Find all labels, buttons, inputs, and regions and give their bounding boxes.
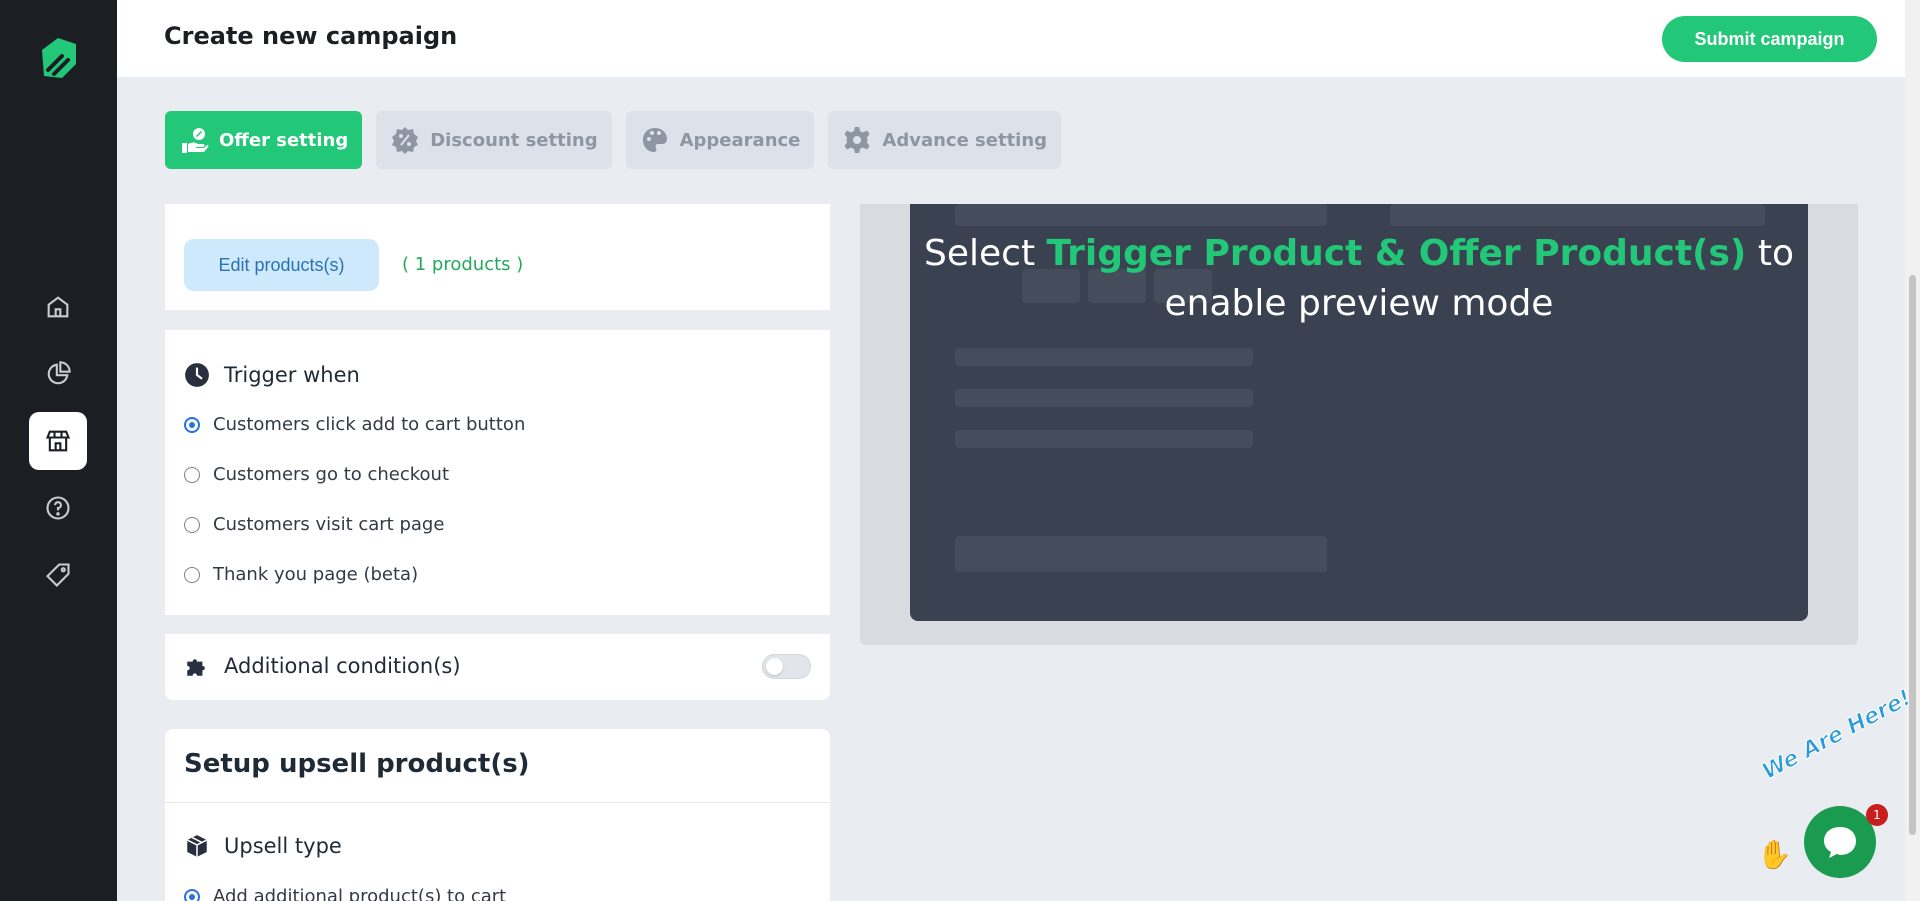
top-bar: Create new campaign Submit campaign [117,0,1905,77]
radio-label: Customers click add to cart button [213,414,526,435]
preview-msg-prefix: Select [924,233,1036,274]
radio-button[interactable] [184,516,200,533]
help-icon [46,496,70,520]
preview-panel: Select Trigger Product & Offer Product(s… [860,204,1858,645]
trigger-option-checkout[interactable]: Customers go to checkout [184,464,449,485]
placeholder-line [955,348,1253,366]
submit-campaign-button[interactable]: Submit campaign [1662,16,1877,62]
preview-message: Select Trigger Product & Offer Product(s… [910,229,1808,329]
tab-label: Appearance [679,129,801,151]
trigger-section-header: Trigger when [184,362,360,388]
trigger-option-add-to-cart[interactable]: Customers click add to cart button [184,414,525,435]
clock-icon [185,363,209,387]
radio-button[interactable] [184,416,200,433]
sidebar-item-home[interactable] [29,278,87,336]
app-logo-icon[interactable] [36,36,80,82]
tab-label: Discount setting [430,129,598,151]
additional-condition-card: Additional condition(s) [165,634,830,700]
preview-msg-suffix: to [1757,233,1794,274]
placeholder-bar [955,204,1327,226]
upsell-card: Setup upsell product(s) Upsell type Add … [165,729,830,901]
divider [165,802,830,803]
placeholder-line [955,430,1253,448]
placeholder-bar [1390,204,1765,226]
store-icon [45,430,71,452]
radio-label: Customers visit cart page [213,514,445,535]
tab-label: Advance setting [882,129,1048,151]
preview-msg-highlight: Trigger Product & Offer Product(s) [1046,233,1747,274]
radio-button[interactable] [184,466,200,483]
chat-notification-badge: 1 [1866,804,1888,826]
sidebar-item-analytics[interactable] [29,345,87,403]
tag-icon [46,563,70,587]
trigger-option-cart-page[interactable]: Customers visit cart page [184,514,444,535]
sidebar-item-offers[interactable] [29,546,87,604]
radio-button[interactable] [184,566,200,583]
radio-label: Add additional product(s) to cart [213,886,507,901]
chat-bubble-icon [1824,827,1856,858]
sidebar [0,0,117,901]
product-count-label: ( 1 products ) [402,254,524,275]
pie-chart-icon [47,361,71,385]
additional-condition-header: Additional condition(s) [184,653,461,679]
upsell-type-title: Upsell type [224,834,342,858]
products-card: Edit products(s) ( 1 products ) [165,204,830,310]
palette-icon [642,128,667,152]
offer-hand-icon [182,128,209,153]
trigger-card: Trigger when Customers click add to cart… [165,330,830,615]
preview-canvas: Select Trigger Product & Offer Product(s… [910,204,1808,621]
scrollbar-thumb[interactable] [1909,275,1916,835]
upsell-title: Setup upsell product(s) [184,749,530,779]
sidebar-item-store[interactable] [29,412,87,470]
radio-label: Customers go to checkout [213,464,450,485]
tab-discount-setting[interactable]: Discount setting [376,111,612,169]
page-title: Create new campaign [164,22,458,50]
tab-advance-setting[interactable]: Advance setting [828,111,1062,169]
trigger-option-thank-you[interactable]: Thank you page (beta) [184,564,418,585]
discount-badge-icon [392,127,419,154]
settings-tabs: Offer setting Discount setting Appearanc… [165,111,1062,169]
placeholder-button [955,536,1327,572]
radio-label: Thank you page (beta) [213,564,419,585]
upsell-type-header: Upsell type [184,833,342,859]
additional-condition-title: Additional condition(s) [224,654,461,678]
sidebar-item-help[interactable] [29,479,87,537]
chat-label: We Are Here! [1758,685,1916,786]
gear-icon [844,127,870,153]
placeholder-line [955,389,1253,407]
edit-products-button[interactable]: Edit products(s) [184,239,379,291]
waving-hand-icon: ✋ [1757,838,1792,871]
tab-offer-setting[interactable]: Offer setting [165,111,363,169]
preview-msg-line2: enable preview mode [1164,283,1554,324]
radio-button[interactable] [184,888,200,901]
box-icon [186,835,208,857]
puzzle-icon [187,659,205,676]
chat-widget: We Are Here! ✋ 1 [1752,685,1916,890]
trigger-title: Trigger when [224,363,360,387]
tab-label: Offer setting [219,129,349,151]
additional-condition-toggle[interactable] [762,654,811,679]
home-icon [47,296,69,318]
tab-appearance[interactable]: Appearance [625,111,815,169]
upsell-option-add-to-cart[interactable]: Add additional product(s) to cart [184,886,506,901]
